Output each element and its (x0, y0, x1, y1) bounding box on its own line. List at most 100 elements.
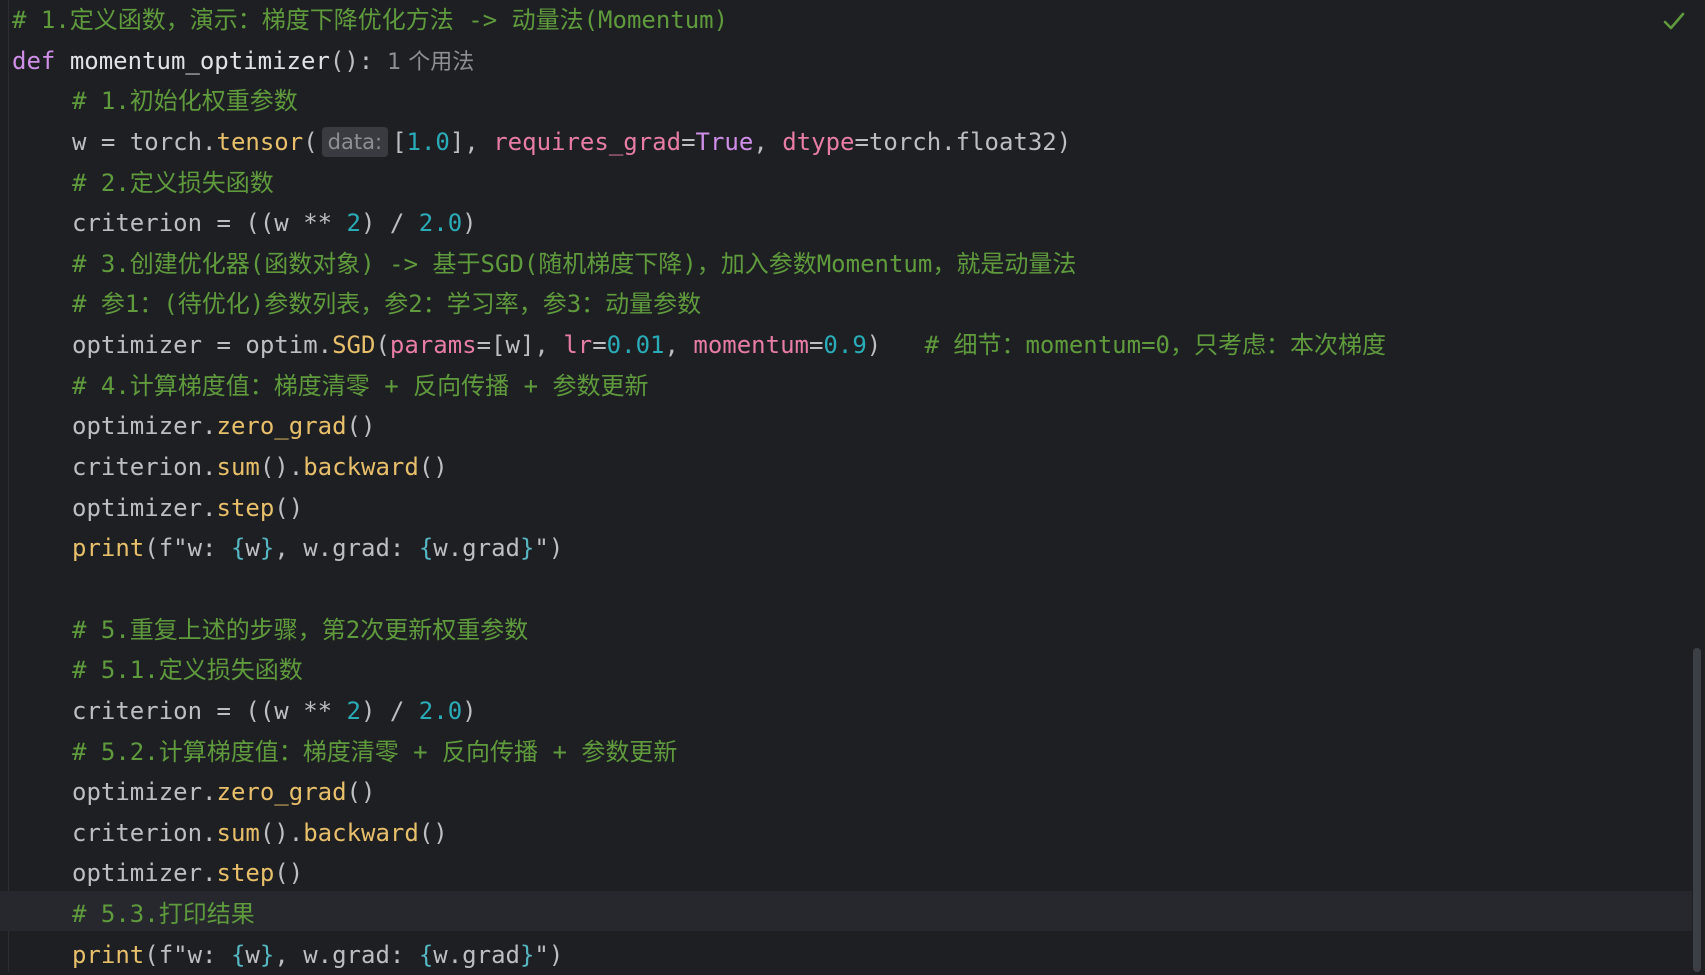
code-editor[interactable]: # 1.定义函数，演示：梯度下降优化方法 -> 动量法(Momentum) de… (0, 0, 1705, 972)
code-line-current[interactable]: # 5.3.打印结果 (12, 894, 1672, 935)
vertical-scrollbar[interactable] (1693, 648, 1701, 972)
fstring-brace: } (259, 534, 275, 563)
code-token: ) / (361, 696, 419, 725)
code-line[interactable]: criterion = ((w ** 2) / 2.0) (12, 203, 1672, 244)
code-token: =torch.float32) (854, 127, 1072, 156)
code-token: optimizer. (72, 412, 217, 441)
code-token: (): (329, 46, 374, 75)
code-token: criterion. (72, 818, 217, 847)
code-token: [ (392, 127, 407, 156)
code-token: = (681, 127, 696, 156)
builtin-print: print (72, 940, 145, 969)
code-token: (f"w: (144, 534, 231, 563)
code-line[interactable]: def momentum_optimizer(): 1 个用法 (12, 41, 1672, 82)
code-token: criterion. (72, 453, 217, 482)
code-line[interactable]: # 5.2.计算梯度值：梯度清零 + 反向传播 + 参数更新 (12, 732, 1672, 773)
code-token: , (753, 127, 783, 156)
comment: # 1.定义函数，演示：梯度下降优化方法 -> 动量法(Momentum) (12, 6, 729, 34)
code-line[interactable]: criterion.sum().backward() (12, 813, 1672, 854)
code-line[interactable]: # 5.1.定义损失函数 (12, 650, 1672, 691)
code-token: criterion = ((w ** (72, 209, 347, 238)
code-area[interactable]: # 1.定义函数，演示：梯度下降优化方法 -> 动量法(Momentum) de… (12, 0, 1672, 975)
code-token: () (274, 493, 304, 522)
fstring-brace: { (230, 940, 246, 969)
fstring-brace: { (230, 534, 246, 563)
code-line[interactable]: print(f"w: {w}, w.grad: {w.grad}") (12, 528, 1672, 569)
comment: # 5.3.打印结果 (72, 900, 255, 929)
code-line[interactable]: # 3.创建优化器(函数对象) -> 基于SGD(随机梯度下降)，加入参数Mom… (12, 244, 1672, 285)
code-line[interactable]: # 4.计算梯度值：梯度清零 + 反向传播 + 参数更新 (12, 366, 1672, 407)
number-literal: 2.0 (418, 209, 463, 238)
code-token: , (664, 331, 694, 360)
code-token: ) (462, 696, 477, 725)
code-token: ) / (361, 209, 419, 238)
code-line[interactable]: w = torch.tensor(data: [1.0], requires_gr… (12, 122, 1672, 163)
method-call: backward (303, 818, 419, 847)
code-line-blank[interactable] (12, 569, 1672, 610)
fstring-brace: { (418, 940, 434, 969)
named-parameter: momentum (693, 331, 809, 360)
method-call: step (216, 859, 275, 888)
code-line[interactable]: criterion.sum().backward() (12, 447, 1672, 488)
fstring-brace: } (519, 534, 535, 563)
code-line[interactable]: # 1.定义函数，演示：梯度下降优化方法 -> 动量法(Momentum) (12, 0, 1672, 41)
fstring-expr: w (245, 534, 260, 563)
code-line[interactable]: criterion = ((w ** 2) / 2.0) (12, 691, 1672, 732)
method-call: step (216, 493, 275, 522)
method-call: sum (216, 818, 260, 847)
code-token: , w.grad: (274, 534, 419, 563)
code-line[interactable]: print(f"w: {w}, w.grad: {w.grad}") (12, 935, 1672, 975)
method-call: backward (303, 453, 419, 482)
code-token: ( (375, 331, 390, 360)
comment: # 5.1.定义损失函数 (72, 656, 303, 685)
code-token: () (418, 453, 448, 482)
code-token: optimizer = optim. (72, 331, 333, 360)
code-token: ( (303, 127, 318, 156)
code-token: optimizer. (72, 778, 217, 807)
comment: # 4.计算梯度值：梯度清零 + 反向传播 + 参数更新 (72, 371, 649, 400)
number-literal: 1.0 (406, 127, 450, 156)
code-token: = (808, 331, 824, 360)
code-line[interactable]: optimizer.step() (12, 488, 1672, 529)
code-token: criterion = ((w ** (72, 696, 347, 725)
comment: # 5.2.计算梯度值：梯度清零 + 反向传播 + 参数更新 (72, 737, 678, 766)
code-token: ) (462, 209, 477, 238)
number-literal: 2 (346, 696, 361, 725)
number-literal: 0.9 (823, 331, 867, 360)
boolean-literal: True (695, 127, 754, 156)
method-call: sum (216, 453, 260, 482)
named-parameter: dtype (782, 127, 855, 156)
gutter-divider (8, 0, 9, 972)
code-line[interactable]: optimizer.zero_grad() (12, 406, 1672, 447)
code-token: ") (534, 534, 564, 563)
code-token: () (274, 859, 304, 888)
code-token: () (418, 818, 448, 847)
code-line[interactable]: # 2.定义损失函数 (12, 163, 1672, 204)
code-token: (). (259, 818, 304, 847)
method-call: zero_grad (216, 778, 347, 807)
named-parameter: lr (563, 331, 593, 360)
code-token: w = torch. (72, 127, 217, 156)
code-line[interactable]: optimizer = optim.SGD(params=[w], lr=0.0… (12, 325, 1672, 366)
method-call: zero_grad (216, 412, 347, 441)
usage-hint[interactable]: 1 个用法 (387, 50, 474, 75)
fstring-expr: w.grad (433, 534, 520, 563)
code-token: = (592, 331, 607, 360)
comment: # 5.重复上述的步骤，第2次更新权重参数 (72, 615, 529, 644)
function-name: momentum_optimizer (69, 46, 330, 75)
comment: # 2.定义损失函数 (72, 168, 274, 197)
method-call: tensor (216, 127, 304, 156)
code-line[interactable]: optimizer.step() (12, 853, 1672, 894)
number-literal: 2.0 (418, 696, 463, 725)
code-line[interactable]: optimizer.zero_grad() (12, 772, 1672, 813)
number-literal: 2 (346, 209, 361, 238)
fstring-brace: { (418, 534, 434, 563)
code-line[interactable]: # 5.重复上述的步骤，第2次更新权重参数 (12, 610, 1672, 651)
code-token: ) (866, 331, 925, 360)
code-line[interactable]: # 参1：(待优化)参数列表，参2：学习率，参3：动量参数 (12, 284, 1672, 325)
code-token: () (346, 778, 376, 807)
code-line[interactable]: # 1.初始化权重参数 (12, 81, 1672, 122)
parameter-inlay-hint: data: (321, 126, 389, 157)
code-token: ], (449, 127, 494, 156)
code-token: () (346, 412, 376, 441)
